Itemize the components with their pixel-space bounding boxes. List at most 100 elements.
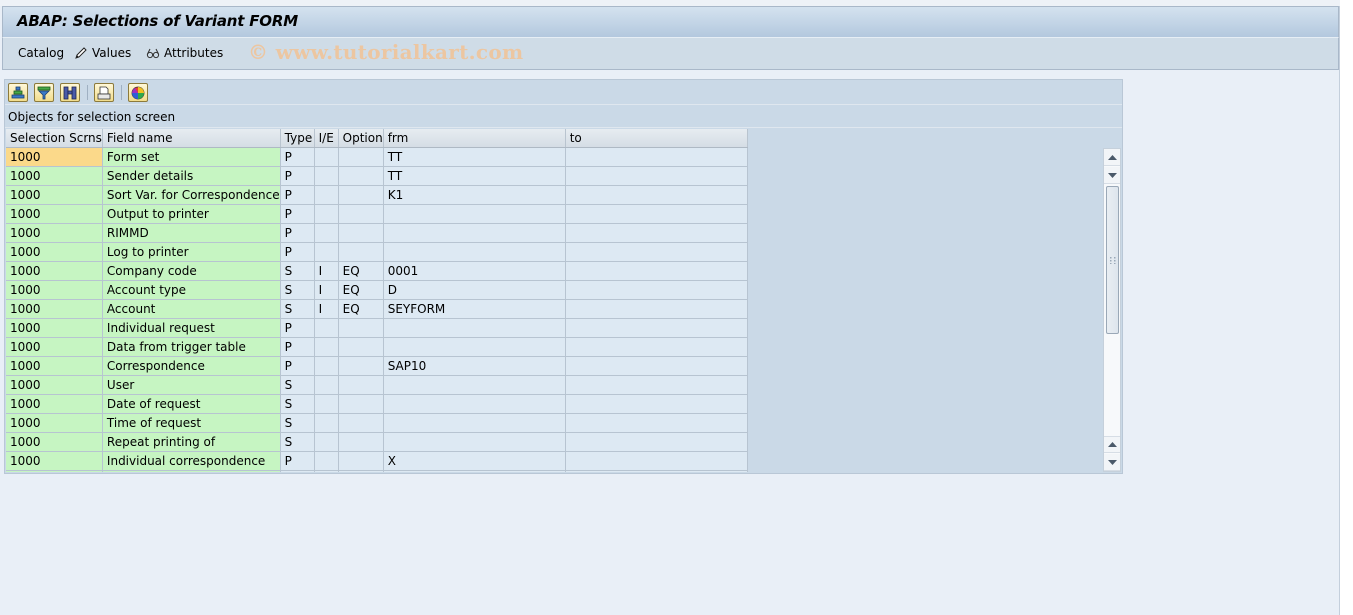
cell-field-name[interactable]: Form set (102, 147, 281, 167)
cell-option[interactable] (338, 413, 384, 433)
cell-option[interactable] (338, 337, 384, 357)
cell-field-name[interactable]: Data from trigger table (102, 337, 281, 357)
print-button[interactable] (94, 83, 114, 102)
catalog-button[interactable]: Catalog (18, 46, 64, 60)
cell-ie[interactable] (314, 147, 339, 167)
cell-selection-screen[interactable]: 1000 (6, 337, 103, 357)
cell-frm[interactable] (383, 375, 566, 395)
cell-option[interactable] (338, 185, 384, 205)
cell-to[interactable] (565, 261, 748, 281)
cell-frm[interactable]: TT (383, 147, 566, 167)
cell-ie[interactable]: I (314, 280, 339, 300)
cell-ie[interactable]: I (314, 299, 339, 319)
cell-option[interactable] (338, 223, 384, 243)
cell-ie[interactable] (314, 223, 339, 243)
find-button[interactable] (60, 83, 80, 102)
cell-frm[interactable] (383, 204, 566, 224)
cell-to[interactable] (565, 147, 748, 167)
cell-ie[interactable] (314, 204, 339, 224)
cell-to[interactable] (565, 204, 748, 224)
table-row[interactable]: 1000 Individual request P (6, 318, 748, 338)
cell-option[interactable] (338, 204, 384, 224)
table-row[interactable]: 1000 Repeat printing of S (6, 432, 748, 452)
table-row[interactable]: 1000 Data from trigger table P (6, 337, 748, 357)
cell-selection-screen[interactable]: 1000 (6, 413, 103, 433)
cell-option[interactable] (338, 318, 384, 338)
cell-frm[interactable]: SEYFORM (383, 299, 566, 319)
column-header-type[interactable]: Type (280, 129, 315, 148)
cell-field-name[interactable]: Sort Var. for Correspondence (102, 185, 281, 205)
cell-option[interactable] (338, 375, 384, 395)
cell-field-name[interactable]: Output to printer (102, 204, 281, 224)
page-up-button[interactable] (1104, 436, 1120, 453)
cell-frm[interactable] (383, 223, 566, 243)
cell-field-name[interactable]: Correspondence (102, 356, 281, 376)
table-row[interactable]: 1000 Log to printer P (6, 242, 748, 262)
cell-to[interactable] (565, 166, 748, 186)
cell-type[interactable]: P (280, 223, 315, 243)
cell-type[interactable]: P (280, 204, 315, 224)
cell-field-name[interactable]: Repeat printing of (102, 432, 281, 452)
cell-frm[interactable]: SAP10 (383, 356, 566, 376)
cell-ie[interactable] (314, 337, 339, 357)
cell-frm[interactable] (383, 394, 566, 414)
cell-to[interactable] (565, 432, 748, 452)
cell-frm[interactable] (383, 337, 566, 357)
cell-field-name[interactable]: Account type (102, 280, 281, 300)
cell-selection-screen[interactable]: 1000 (6, 299, 103, 319)
cell-type[interactable]: P (280, 451, 315, 471)
cell-frm[interactable] (383, 413, 566, 433)
cell-selection-screen[interactable]: 1000 (6, 185, 103, 205)
cell-to[interactable] (565, 242, 748, 262)
values-button[interactable]: Values (73, 46, 131, 60)
cell-ie[interactable] (314, 356, 339, 376)
table-row[interactable]: 1000 Account S I EQ SEYFORM (6, 299, 748, 319)
cell-frm[interactable]: 0001 (383, 261, 566, 281)
cell-type[interactable]: S (280, 299, 315, 319)
cell-type[interactable]: P (280, 356, 315, 376)
cell-field-name[interactable]: RIMMD (102, 223, 281, 243)
cell-selection-screen[interactable]: 1000 (6, 261, 103, 281)
cell-selection-screen[interactable]: 1000 (6, 356, 103, 376)
cell-selection-screen[interactable]: 1000 (6, 375, 103, 395)
cell-ie[interactable] (314, 318, 339, 338)
table-row[interactable]: 1000 User S (6, 375, 748, 395)
cell-selection-screen[interactable]: 1000 (6, 280, 103, 300)
table-row[interactable]: 1000 Company code S I EQ 0001 (6, 261, 748, 281)
cell-frm[interactable] (383, 318, 566, 338)
table-row[interactable]: 1000 Correspondence P SAP10 (6, 356, 748, 376)
cell-ie[interactable] (314, 432, 339, 452)
table-row[interactable]: 1000 Output to printer P (6, 204, 748, 224)
cell-option[interactable] (338, 242, 384, 262)
cell-to[interactable] (565, 356, 748, 376)
cell-type[interactable]: S (280, 375, 315, 395)
cell-selection-screen[interactable]: 1000 (6, 166, 103, 186)
cell-to[interactable] (565, 185, 748, 205)
cell-type[interactable]: P (280, 166, 315, 186)
scroll-thumb[interactable] (1106, 186, 1119, 334)
table-row[interactable]: 1000 Date of request S (6, 394, 748, 414)
cell-type[interactable]: S (280, 413, 315, 433)
cell-to[interactable] (565, 280, 748, 300)
cell-to[interactable] (565, 337, 748, 357)
cell-to[interactable] (565, 318, 748, 338)
layout-button[interactable] (128, 83, 148, 102)
table-row[interactable]: 1000 RIMMD P (6, 223, 748, 243)
cell-field-name[interactable]: Individual request (102, 318, 281, 338)
cell-field-name[interactable]: User (102, 375, 281, 395)
cell-selection-screen[interactable]: 1000 (6, 451, 103, 471)
attributes-button[interactable]: Attributes (145, 46, 223, 60)
cell-selection-screen[interactable]: 1000 (6, 147, 103, 167)
column-header-frm[interactable]: frm (383, 129, 566, 148)
cell-option[interactable]: EQ (338, 299, 384, 319)
table-row[interactable]: 1000 Account type S I EQ D (6, 280, 748, 300)
table-row[interactable]: 1000 Time of request S (6, 413, 748, 433)
cell-field-name[interactable]: Account (102, 299, 281, 319)
cell-type[interactable]: P (280, 185, 315, 205)
column-header-field-name[interactable]: Field name (102, 129, 281, 148)
cell-ie[interactable]: I (314, 261, 339, 281)
cell-option[interactable] (338, 394, 384, 414)
cell-selection-screen[interactable]: 1000 (6, 394, 103, 414)
cell-selection-screen[interactable]: 1000 (6, 204, 103, 224)
scroll-down-button[interactable] (1104, 167, 1120, 184)
